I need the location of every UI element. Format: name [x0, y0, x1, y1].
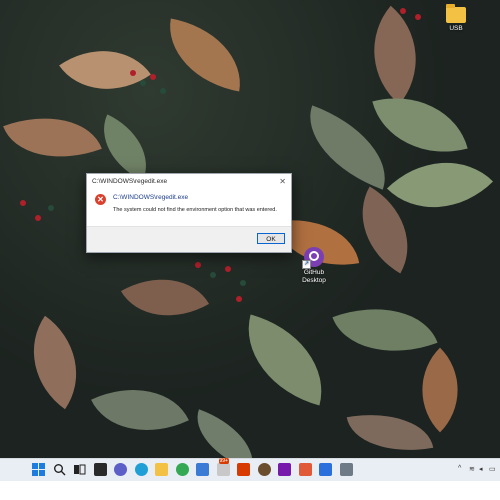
start-icon[interactable] — [32, 463, 45, 476]
screen-bottom-area — [0, 481, 500, 500]
folder-icon — [446, 4, 466, 23]
leaf-decoration — [91, 365, 189, 455]
file-explorer-icon[interactable] — [93, 463, 107, 476]
shortcut-arrow-icon: ↗ — [302, 260, 311, 269]
notification-app-icon[interactable]: 99+ — [216, 458, 230, 476]
edge-icon[interactable] — [134, 463, 148, 476]
dialog-content: ✕ C:\WINDOWS\regedit.exe The system coul… — [87, 189, 291, 226]
settings-icon[interactable] — [339, 463, 353, 476]
error-icon: ✕ — [95, 194, 106, 205]
berry-decoration — [130, 70, 136, 76]
dialog-heading: C:\WINDOWS\regedit.exe — [113, 194, 189, 201]
leaf-decoration — [7, 315, 103, 410]
photos-icon[interactable] — [319, 463, 332, 476]
berry-decoration — [35, 215, 41, 221]
office-icon[interactable] — [237, 463, 250, 476]
folder-icon[interactable] — [155, 463, 168, 476]
app-red-icon[interactable] — [298, 463, 312, 476]
leaf-decoration — [185, 409, 265, 458]
battery-icon[interactable]: ▭ — [489, 465, 496, 473]
wifi-icon[interactable]: ≋ — [469, 465, 475, 473]
leaf-decoration — [232, 314, 338, 406]
chat-icon[interactable] — [114, 463, 127, 476]
store-icon[interactable] — [196, 463, 209, 476]
dialog-footer: OK — [87, 226, 291, 252]
leaf-decoration — [397, 347, 483, 433]
desktop-icon-github-desktop[interactable]: ↗ GitHub Desktop — [290, 247, 338, 285]
leaf-decoration — [345, 5, 445, 105]
ok-button[interactable]: OK — [257, 233, 285, 244]
berry-decoration — [236, 296, 242, 302]
github-desktop-icon: ↗ — [302, 247, 324, 269]
task-view-icon[interactable] — [73, 463, 86, 476]
dialog-title: C:\WINDOWS\regedit.exe — [92, 178, 168, 185]
tray-overflow-icon[interactable]: ^ — [458, 465, 461, 472]
desktop-icon-usb[interactable]: USB — [432, 4, 480, 33]
chrome-icon[interactable] — [175, 463, 189, 476]
leaf-decoration — [120, 256, 210, 339]
leaf-decoration — [160, 18, 250, 92]
taskbar: 99+ ^ ≋ ◂ ▭ — [0, 458, 500, 481]
leaf-decoration — [59, 25, 151, 115]
leaf-decoration — [372, 80, 468, 170]
berry-decoration — [415, 14, 421, 20]
onenote-icon[interactable] — [278, 463, 291, 476]
desktop-icon-label: GitHub Desktop — [302, 269, 326, 284]
berry-decoration — [150, 74, 156, 80]
leaf-decoration — [346, 403, 434, 458]
leaf-decoration — [332, 286, 438, 374]
berry-decoration — [210, 272, 216, 278]
dialog-message: The system could not find the environmen… — [113, 207, 277, 213]
berry-decoration — [140, 80, 146, 86]
dialog-titlebar[interactable]: C:\WINDOWS\regedit.exe ✕ — [87, 174, 291, 189]
leaf-decoration — [3, 97, 102, 178]
berry-decoration — [20, 200, 26, 206]
close-icon[interactable]: ✕ — [279, 177, 286, 186]
desktop-icon-label: USB — [449, 25, 463, 32]
error-dialog: C:\WINDOWS\regedit.exe ✕ ✕ C:\WINDOWS\re… — [86, 173, 292, 253]
speaker-icon[interactable]: ◂ — [479, 465, 483, 473]
notification-badge: 99+ — [218, 458, 229, 464]
berry-decoration — [400, 8, 406, 14]
berry-decoration — [240, 280, 246, 286]
search-icon[interactable] — [53, 463, 66, 476]
berry-decoration — [48, 205, 54, 211]
berry-decoration — [225, 266, 231, 272]
berry-decoration — [160, 88, 166, 94]
berry-decoration — [195, 262, 201, 268]
app-icon[interactable] — [257, 463, 271, 476]
